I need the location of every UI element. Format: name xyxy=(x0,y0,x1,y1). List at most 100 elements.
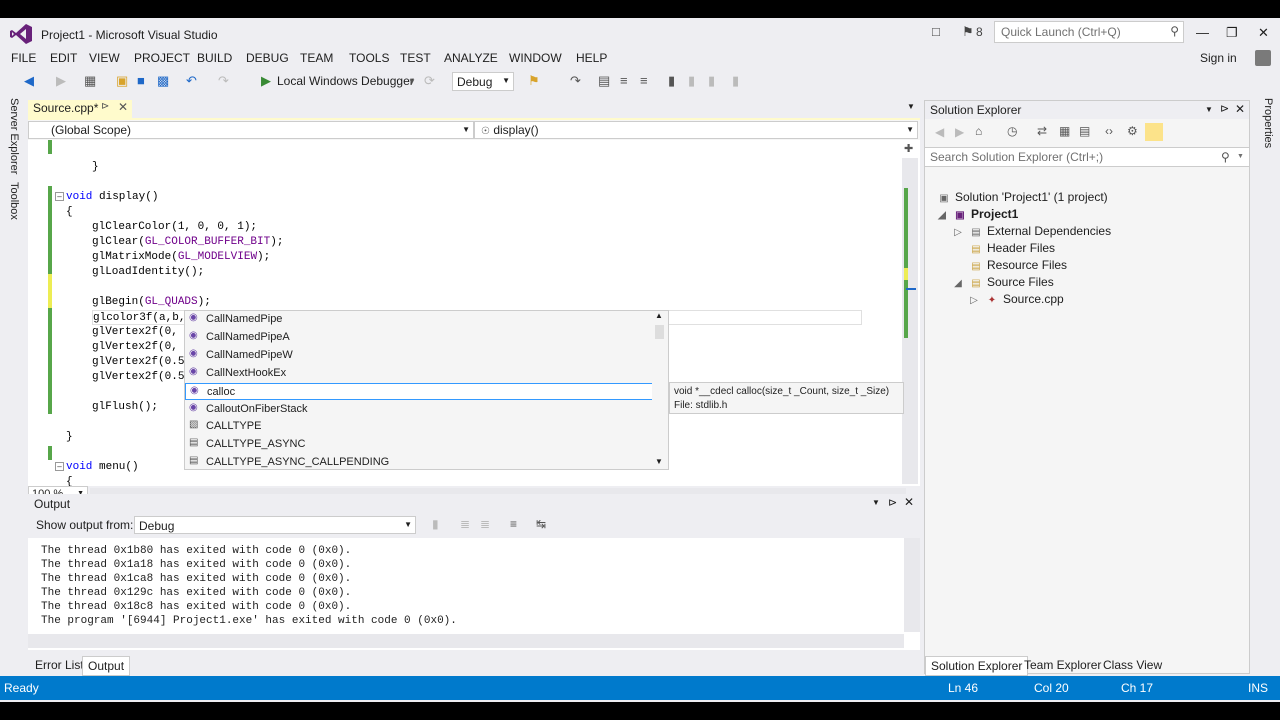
menu-file[interactable]: FILE xyxy=(11,51,36,65)
tree-item-source-files[interactable]: ◢ ▤ Source Files xyxy=(951,274,1054,291)
menu-project[interactable]: PROJECT xyxy=(134,51,190,65)
prev-bookmark-icon[interactable]: ▮ xyxy=(688,73,695,89)
collapse-all-icon[interactable]: ▦ xyxy=(1059,124,1070,138)
clear-bookmarks-icon[interactable]: ▮ xyxy=(732,73,739,89)
step-icon[interactable]: ↷ xyxy=(570,73,581,89)
intellisense-scrollbar[interactable]: ▲ ▼ xyxy=(652,311,668,469)
expanded-icon[interactable]: ◢ xyxy=(935,207,949,224)
format-icon[interactable]: ▤ xyxy=(598,73,610,89)
pin-icon[interactable]: ⊳ xyxy=(888,496,897,509)
completion-item-selected[interactable]: ◉ calloc xyxy=(185,383,653,400)
quick-launch-input[interactable]: Quick Launch (Ctrl+Q) ⚲ xyxy=(994,21,1184,43)
completion-item[interactable]: ▤ CALLTYPE_ASYNC xyxy=(185,436,653,453)
tab-class-view[interactable]: Class View xyxy=(1098,656,1167,676)
avatar[interactable] xyxy=(1255,50,1271,66)
pin-icon[interactable]: ⊳ xyxy=(1220,102,1229,115)
solution-search-input[interactable]: Search Solution Explorer (Ctrl+;) ⚲ ▼ xyxy=(925,147,1249,167)
find-in-files-icon[interactable]: ⚑ xyxy=(528,73,540,89)
tree-item-project[interactable]: ◢ ▣ Project1 xyxy=(935,206,1018,223)
tree-item-source-cpp[interactable]: ▷ ✦ Source.cpp xyxy=(967,291,1064,308)
scroll-up-icon[interactable]: ▲ xyxy=(655,311,663,320)
redo-icon[interactable]: ↷ xyxy=(218,73,229,89)
open-file-icon[interactable]: ▣ xyxy=(116,73,128,89)
pin-icon[interactable]: ⊳ xyxy=(101,101,109,112)
scope-select[interactable]: (Global Scope) ▼ xyxy=(28,121,474,139)
editor-vertical-scrollbar[interactable] xyxy=(902,158,918,484)
close-panel-icon[interactable]: ✕ xyxy=(904,495,914,509)
forward-icon[interactable]: ▶ xyxy=(955,125,964,139)
sync-icon[interactable]: ⇄ xyxy=(1037,124,1047,138)
tree-item-resource-files[interactable]: ▤ Resource Files xyxy=(969,257,1067,274)
comment-icon[interactable]: ≡ xyxy=(620,73,628,88)
find-message-icon[interactable]: ▮ xyxy=(432,517,439,531)
expanded-icon[interactable]: ◢ xyxy=(951,275,965,292)
preview-toggle-icon[interactable] xyxy=(1145,123,1163,141)
properties-tab[interactable]: Properties xyxy=(1262,98,1274,148)
menu-tools[interactable]: TOOLS xyxy=(349,51,389,65)
menu-edit[interactable]: EDIT xyxy=(50,51,77,65)
chevron-down-icon[interactable]: ▼ xyxy=(408,77,416,86)
notifications-flag-icon[interactable]: ⚑ xyxy=(962,24,974,40)
completion-item[interactable]: ◉ CallNamedPipe xyxy=(185,311,653,328)
tab-solution-explorer[interactable]: Solution Explorer xyxy=(925,656,1029,676)
tab-source-cpp[interactable]: Source.cpp* ⊳ ✕ xyxy=(28,100,132,118)
scroll-thumb[interactable] xyxy=(655,325,664,339)
forward-icon[interactable]: ▶ xyxy=(56,73,66,89)
menu-debug[interactable]: DEBUG xyxy=(246,51,289,65)
clear-all-icon[interactable]: ≡ xyxy=(510,517,517,531)
collapse-icon[interactable]: – xyxy=(55,192,64,201)
prev-message-icon[interactable]: ≣ xyxy=(460,517,470,531)
collapsed-icon[interactable]: ▷ xyxy=(967,292,981,309)
completion-item[interactable]: ▤ CALLTYPE_ASYNC_CALLPENDING xyxy=(185,454,653,471)
completion-item[interactable]: ◉ CallNextHookEx xyxy=(185,365,653,382)
start-debugger-button[interactable]: Local Windows Debugger xyxy=(277,74,414,88)
word-wrap-icon[interactable]: ↹ xyxy=(536,517,546,531)
toolbox-tab[interactable]: Toolbox xyxy=(8,182,20,220)
tab-error-list[interactable]: Error List xyxy=(30,656,89,676)
start-debugging-icon[interactable]: ▶ xyxy=(261,73,271,89)
maximize-button[interactable]: ❐ xyxy=(1226,25,1238,41)
menu-window[interactable]: WINDOW xyxy=(509,51,562,65)
menu-view[interactable]: VIEW xyxy=(89,51,120,65)
home-icon[interactable]: ⌂ xyxy=(975,124,982,138)
next-message-icon[interactable]: ≣ xyxy=(480,517,490,531)
output-text[interactable]: The thread 0x1b80 has exited with code 0… xyxy=(28,538,920,650)
view-code-icon[interactable]: ‹› xyxy=(1105,124,1113,138)
completion-item[interactable]: ◉ CalloutOnFiberStack xyxy=(185,401,653,418)
solution-configuration-select[interactable]: Debug ▼ xyxy=(452,72,514,91)
menu-help[interactable]: HELP xyxy=(576,51,607,65)
tab-output[interactable]: Output xyxy=(82,656,131,676)
minimize-button[interactable]: — xyxy=(1196,25,1209,40)
server-explorer-tab[interactable]: Server Explorer xyxy=(8,98,20,174)
undo-icon[interactable]: ↶ xyxy=(186,73,197,89)
save-icon[interactable]: ■ xyxy=(137,73,145,88)
close-tab-icon[interactable]: ✕ xyxy=(118,100,128,114)
tree-item-header-files[interactable]: ▤ Header Files xyxy=(969,240,1055,257)
panel-dropdown-icon[interactable]: ▼ xyxy=(1205,105,1213,114)
collapse-icon[interactable]: – xyxy=(55,462,64,471)
bookmark-icon[interactable]: ▮ xyxy=(668,73,675,89)
back-icon[interactable]: ◀ xyxy=(24,73,34,89)
show-all-files-icon[interactable]: ▤ xyxy=(1079,124,1090,138)
completion-item[interactable]: ◉ CallNamedPipeW xyxy=(185,347,653,364)
output-source-select[interactable]: Debug ▼ xyxy=(134,516,416,534)
tab-dropdown-icon[interactable]: ▼ xyxy=(907,102,915,111)
chevron-down-icon[interactable]: ▼ xyxy=(1237,153,1244,160)
collapsed-icon[interactable]: ▷ xyxy=(951,224,965,241)
menu-build[interactable]: BUILD xyxy=(197,51,232,65)
tree-item-external-dependencies[interactable]: ▷ ▤ External Dependencies xyxy=(951,223,1111,240)
uncomment-icon[interactable]: ≡ xyxy=(640,73,648,88)
next-bookmark-icon[interactable]: ▮ xyxy=(708,73,715,89)
intellisense-list[interactable]: ◉ CallNamedPipe ◉ CallNamedPipeA ◉ CallN… xyxy=(184,310,669,470)
menu-analyze[interactable]: ANALYZE xyxy=(444,51,498,65)
output-horizontal-scrollbar[interactable] xyxy=(28,634,904,648)
completion-item[interactable]: ▧ CALLTYPE xyxy=(185,418,653,435)
properties-icon[interactable]: ⚙ xyxy=(1127,124,1138,138)
menu-test[interactable]: TEST xyxy=(400,51,431,65)
sign-in-link[interactable]: Sign in xyxy=(1200,51,1237,65)
completion-item[interactable]: ◉ CallNamedPipeA xyxy=(185,329,653,346)
panel-dropdown-icon[interactable]: ▼ xyxy=(872,498,880,507)
tab-team-explorer[interactable]: Team Explorer xyxy=(1019,656,1106,676)
menu-team[interactable]: TEAM xyxy=(300,51,333,65)
back-icon[interactable]: ◀ xyxy=(935,125,944,139)
